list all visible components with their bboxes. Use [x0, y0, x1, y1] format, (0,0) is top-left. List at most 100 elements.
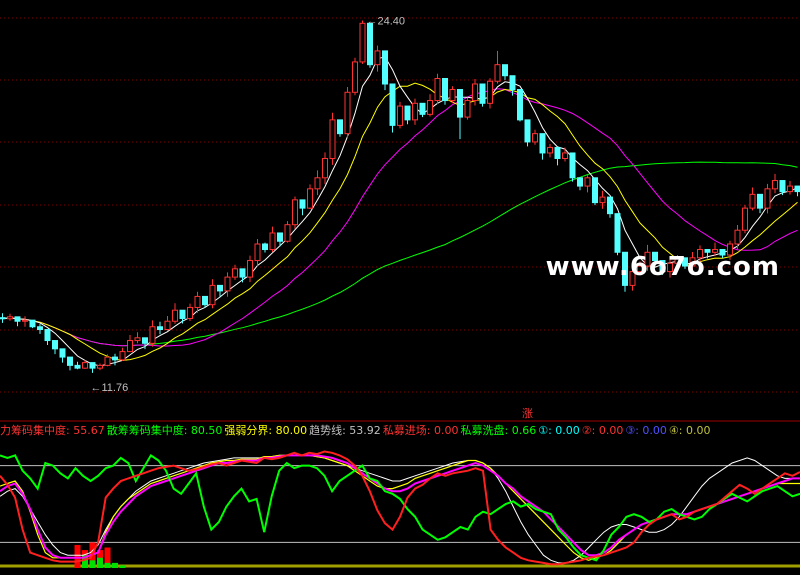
- candle-body: [344, 91, 351, 135]
- candle-body: [614, 213, 621, 253]
- candle: [14, 316, 21, 327]
- candle-body: [607, 196, 613, 215]
- candle: [577, 177, 583, 191]
- candle-body: [284, 224, 291, 242]
- indicator-label: 散筹筹码集中度: 80.50: [106, 424, 223, 437]
- candle: [449, 86, 456, 104]
- candle-body: [307, 188, 313, 209]
- green-bar: [104, 562, 111, 568]
- candle-body: [89, 362, 96, 369]
- candle: [562, 147, 568, 162]
- candle-body: [269, 232, 276, 251]
- candle-body: [157, 326, 163, 331]
- candle: [269, 226, 276, 252]
- candle-body: [187, 306, 193, 319]
- candle: [787, 180, 793, 195]
- candle: [224, 272, 231, 297]
- candle-body: [569, 152, 576, 179]
- candle: [112, 353, 118, 366]
- high-price-label: ←24.40: [367, 16, 406, 28]
- candle: [742, 205, 748, 234]
- indicator-label: ②: 0.00: [581, 424, 624, 437]
- candle: [794, 185, 800, 197]
- indicator-legend: 力筹码集中度: 55.67 散筹筹码集中度: 80.50 强弱分界: 80.00 趋势…: [0, 423, 800, 439]
- candle-body: [7, 316, 13, 320]
- candle: [7, 313, 13, 321]
- candle-body: [764, 188, 771, 209]
- candle-body: [164, 320, 171, 331]
- candle-body: [337, 119, 343, 135]
- candle-body: [104, 356, 111, 366]
- candle: [247, 255, 253, 283]
- candle: [427, 94, 433, 117]
- candle: [29, 319, 36, 329]
- candle-body: [254, 243, 261, 262]
- candle: [404, 105, 411, 125]
- candle: [322, 152, 328, 185]
- candle: [209, 279, 216, 309]
- candle-body: [322, 157, 328, 179]
- indicator-label: 私募进场: 0.00: [382, 424, 459, 437]
- candle: [127, 335, 133, 353]
- candle: [352, 57, 358, 96]
- candle: [389, 83, 396, 133]
- candle: [44, 329, 51, 345]
- candle-body: [142, 337, 148, 344]
- candle: [149, 320, 156, 347]
- candle-body: [119, 351, 126, 361]
- candle-body: [434, 77, 441, 102]
- candle-body: [577, 177, 583, 187]
- candle-body: [449, 89, 456, 102]
- candle: [344, 87, 351, 138]
- candle-body: [412, 102, 418, 121]
- candle: [22, 316, 28, 327]
- indicator-label: 强弱分界: 80.00: [224, 424, 308, 437]
- candle: [164, 316, 171, 331]
- candle-body: [494, 64, 501, 82]
- candle-body: [97, 364, 103, 369]
- candle: [554, 146, 561, 166]
- candle: [547, 143, 553, 158]
- candle-body: [509, 75, 516, 91]
- candle: [359, 20, 366, 64]
- candle: [599, 190, 606, 209]
- candle-body: [502, 64, 508, 77]
- candle: [0, 313, 6, 323]
- candle-body: [464, 100, 471, 118]
- candle: [284, 221, 291, 243]
- candle-body: [517, 89, 523, 121]
- candle: [59, 348, 66, 363]
- candle-body: [359, 22, 366, 63]
- candle-body: [52, 340, 58, 350]
- candle-body: [794, 185, 800, 193]
- candle-body: [524, 119, 531, 143]
- indicator-label: ④: 0.00: [668, 424, 711, 437]
- candle: [524, 119, 531, 147]
- candle-body: [247, 260, 253, 278]
- strength-line: [0, 454, 800, 561]
- candles: [0, 20, 800, 373]
- candle-body: [44, 329, 51, 342]
- candle: [457, 89, 463, 140]
- candle-body: [209, 284, 216, 306]
- candle-body: [457, 89, 463, 118]
- candle-body: [224, 276, 231, 292]
- candle-body: [67, 356, 73, 366]
- candle: [479, 83, 486, 107]
- candle-body: [352, 61, 358, 93]
- candle-body: [742, 207, 748, 231]
- candle: [254, 239, 261, 266]
- candle: [67, 356, 73, 371]
- candle: [239, 268, 246, 283]
- candle-body: [239, 268, 246, 278]
- candle-body: [427, 100, 433, 115]
- green-bar: [112, 562, 118, 568]
- candle: [119, 347, 126, 361]
- indicator-label: 力筹码集中度: 55.67: [0, 424, 105, 437]
- candle-body: [29, 319, 36, 328]
- low-price-label: ←11.76: [91, 382, 129, 394]
- candle: [89, 362, 96, 373]
- candle: [419, 102, 426, 118]
- candle-body: [149, 326, 156, 344]
- candle: [329, 112, 336, 165]
